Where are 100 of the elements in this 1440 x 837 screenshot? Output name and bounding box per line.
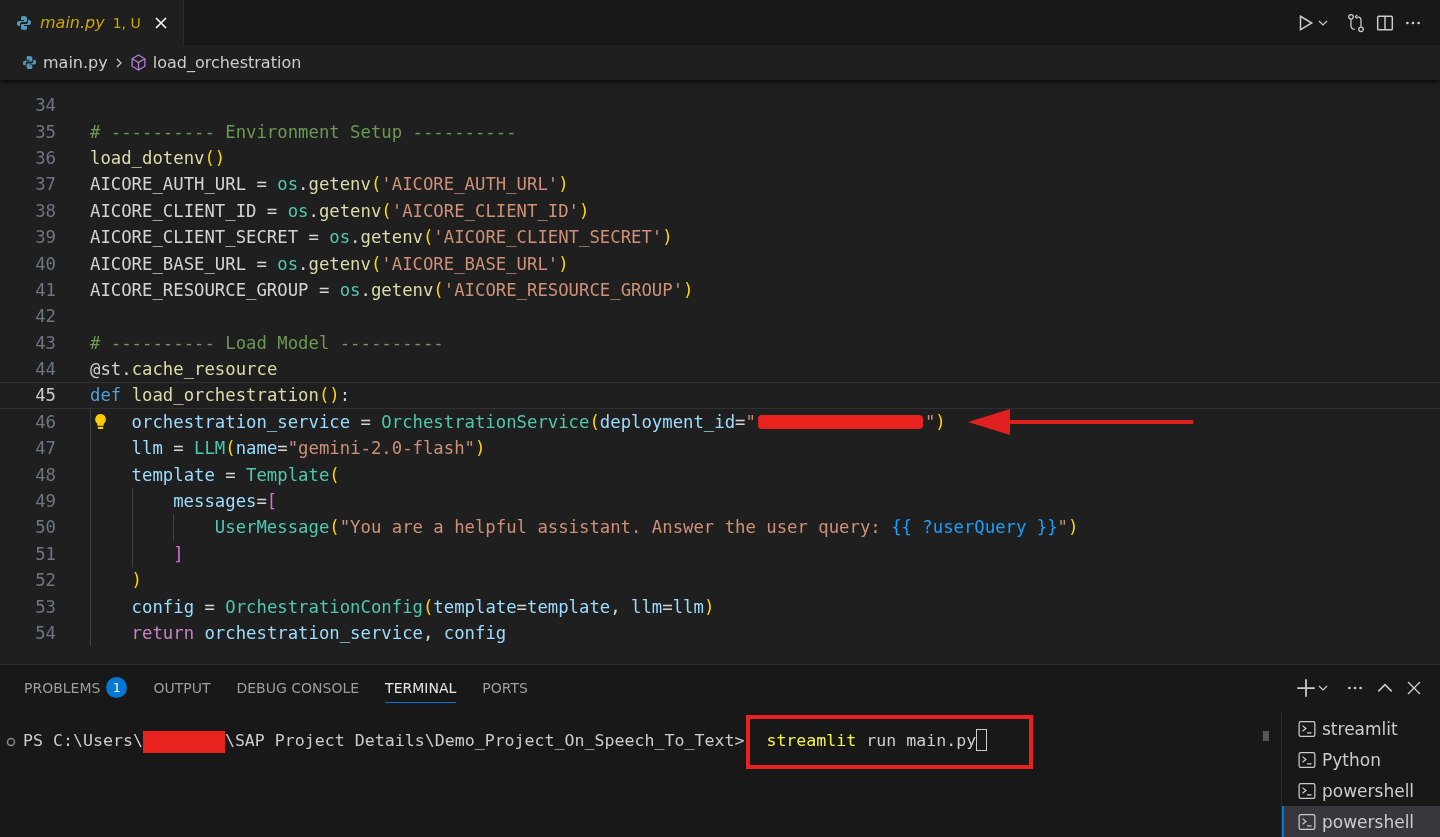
line-number: 52	[34, 570, 57, 591]
tab-label: PROBLEMS	[24, 679, 101, 696]
code-token: 'AICORE_CLIENT_SECRET'	[433, 227, 663, 248]
code-token: os	[339, 279, 361, 300]
code-token: =	[516, 596, 527, 617]
code-token: "	[745, 411, 756, 432]
terminal-item[interactable]: streamlit	[1282, 713, 1440, 744]
prompt-text: \SAP Project Details\Demo_Project_On_Speech_To_Text>	[224, 731, 745, 750]
panel-tab[interactable]: DEBUG CONSOLE	[236, 673, 360, 703]
code-token: llm	[672, 596, 704, 617]
terminal-icon	[1298, 812, 1316, 831]
code-token: )	[475, 438, 486, 459]
close-icon[interactable]	[152, 14, 169, 31]
code-token: config	[131, 596, 195, 617]
code-token: (	[370, 174, 382, 195]
code-token: llm	[131, 438, 163, 459]
code-token: (	[225, 438, 236, 459]
prompt-text: PS C:\Users\	[23, 731, 143, 750]
code-token: # ---------- Environment Setup ----------	[90, 121, 517, 142]
code-token: =	[359, 411, 372, 432]
tab-label: TERMINAL	[385, 679, 457, 696]
count-badge: 1	[106, 677, 128, 698]
line-number: 37	[34, 174, 57, 195]
line-number: 54	[34, 623, 57, 643]
cube-icon	[129, 54, 147, 71]
line-number: 45	[34, 385, 57, 406]
code-token: )	[1068, 517, 1079, 538]
code-token: (	[589, 411, 600, 432]
panel-tab[interactable]: TERMINAL	[385, 673, 457, 703]
compare-changes-icon[interactable]	[1346, 12, 1366, 33]
code-token: deployment_id	[599, 411, 736, 432]
code-token: 'AICORE_AUTH_URL'	[381, 174, 559, 195]
code-token: name	[235, 438, 278, 459]
code-token: cache_resource	[131, 359, 278, 380]
code-token: =	[735, 411, 746, 432]
line-number: 47	[34, 438, 57, 459]
code-token: )	[703, 596, 715, 617]
command-args: run main.py	[865, 730, 977, 750]
code-token: (	[329, 464, 340, 485]
terminal-item[interactable]: powershell	[1282, 806, 1440, 837]
code-token: OrchestrationService	[381, 411, 590, 432]
tab-label: OUTPUT	[153, 679, 211, 696]
line-number: 39	[34, 227, 57, 248]
lightbulb-icon[interactable]	[94, 413, 107, 431]
code-token: 'AICORE_BASE_URL'	[381, 253, 559, 274]
code-token: template	[433, 596, 517, 617]
panel-tab[interactable]: OUTPUT	[153, 673, 211, 703]
code-token: load_dotenv	[90, 147, 205, 168]
code-token: "You are a helpful assistant. Answer the user query:	[339, 517, 882, 538]
panel-tab[interactable]: PORTS	[482, 673, 528, 703]
code-token: orchestration_service	[131, 411, 351, 432]
code-token: template	[131, 464, 215, 485]
tab-status: 1, U	[112, 14, 141, 31]
editor-tab[interactable]: main.py 1, U	[0, 0, 184, 45]
code-token: [	[266, 491, 278, 512]
terminal-item[interactable]: Python	[1282, 744, 1440, 775]
code-token: OrchestrationConfig	[225, 596, 423, 617]
line-number: 51	[34, 543, 57, 564]
status-circle-icon	[6, 737, 16, 747]
code-token: messages	[173, 491, 257, 512]
code-token: ]	[173, 543, 184, 564]
code-token: =	[172, 438, 185, 459]
code-token: getenv	[318, 200, 382, 221]
line-number: 53	[34, 596, 57, 617]
python-icon	[16, 14, 32, 31]
line-number: 38	[34, 200, 57, 221]
code-token: ,	[422, 623, 435, 643]
close-icon[interactable]	[1406, 680, 1422, 696]
code-token: getenv	[308, 253, 371, 274]
code-token: (	[329, 517, 340, 538]
chevron-down-icon[interactable]	[1318, 683, 1328, 693]
code-token: AICORE_RESOURCE_GROUP =	[90, 279, 331, 300]
line-number: 40	[34, 253, 57, 274]
code-token: 'AICORE_RESOURCE_GROUP'	[443, 279, 684, 300]
code-token: os	[277, 253, 299, 274]
code-token: # ---------- Load Model ----------	[90, 332, 444, 353]
split-editor-icon[interactable]	[1376, 13, 1394, 32]
code-token: )	[683, 279, 694, 300]
panel-tab[interactable]: PROBLEMS 1	[24, 671, 128, 705]
code-token: AICORE_CLIENT_SECRET =	[90, 227, 320, 248]
code-token: AICORE_CLIENT_ID =	[90, 200, 279, 221]
terminal-icon	[1298, 719, 1316, 738]
breadcrumb-symbol[interactable]: load_orchestration	[152, 53, 302, 72]
plus-icon[interactable]	[1296, 678, 1316, 698]
code-token: def	[90, 385, 123, 406]
code-token: config	[443, 623, 507, 643]
breadcrumb-file[interactable]: main.py	[43, 53, 108, 72]
scrollbar-thumb[interactable]	[1263, 731, 1269, 741]
command-name: streamlit	[766, 730, 857, 750]
code-token: (	[422, 596, 434, 617]
code-token: ()	[204, 147, 226, 168]
terminal-icon	[1298, 750, 1316, 769]
line-number: 34	[34, 95, 57, 116]
line-number: 36	[34, 147, 57, 168]
code-token: 'AICORE_CLIENT_ID'	[391, 200, 580, 221]
code-token: LLM	[194, 438, 226, 459]
terminal-item[interactable]: powershell	[1282, 775, 1440, 806]
code-token: (	[370, 253, 382, 274]
code-token: =	[203, 596, 216, 617]
line-number: 41	[34, 279, 57, 300]
